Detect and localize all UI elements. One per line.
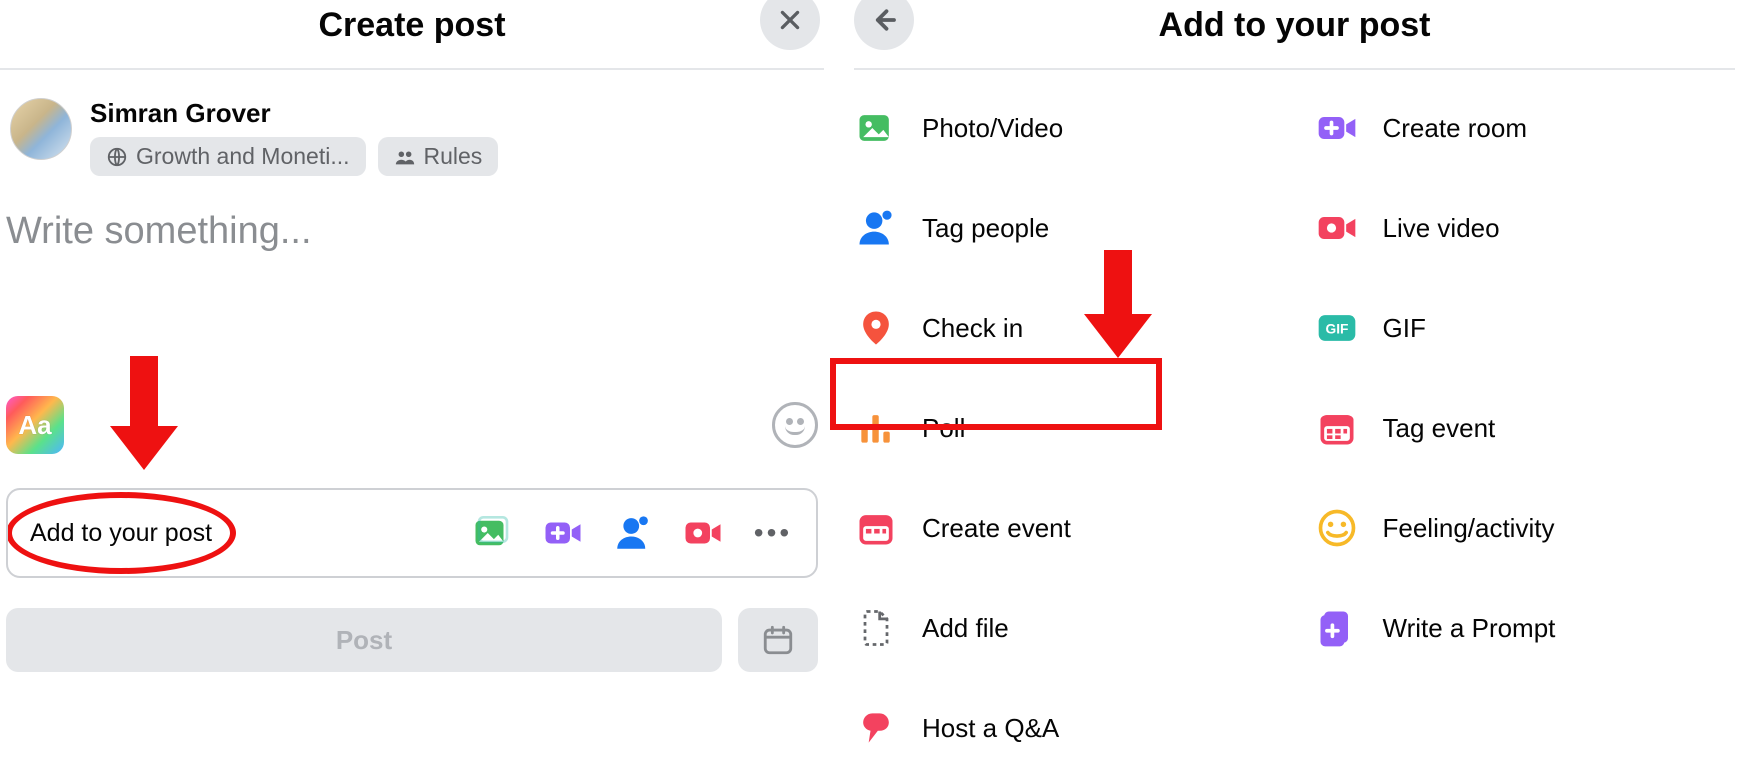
globe-icon: [106, 146, 128, 168]
tag-people-quick-icon[interactable]: [612, 516, 654, 550]
avatar[interactable]: [10, 98, 72, 160]
option-add-file-label: Add file: [922, 613, 1009, 644]
option-create-room[interactable]: Create room: [1315, 100, 1736, 156]
photo-video-quick-icon[interactable]: [472, 516, 514, 550]
option-write-prompt[interactable]: Write a Prompt: [1315, 600, 1736, 656]
group-icon: [394, 146, 416, 168]
rules-chip-label: Rules: [424, 143, 483, 170]
svg-text:GIF: GIF: [1325, 322, 1348, 337]
option-host-qa-label: Host a Q&A: [922, 713, 1059, 744]
option-host-qa[interactable]: Host a Q&A: [854, 700, 1275, 756]
option-feeling-activity-label: Feeling/activity: [1383, 513, 1555, 544]
create-event-icon: [854, 506, 898, 550]
option-add-file[interactable]: Add file: [854, 600, 1275, 656]
audience-chip[interactable]: Growth and Moneti...: [90, 137, 366, 176]
post-button-label: Post: [336, 625, 392, 656]
author-name: Simran Grover: [90, 98, 498, 129]
annotation-arrow-right: [1084, 250, 1152, 360]
option-tag-event[interactable]: Tag event: [1315, 400, 1736, 456]
add-to-post-icons: •••: [472, 516, 794, 550]
gif-icon: GIF: [1315, 306, 1359, 350]
annotation-arrow-left: [110, 356, 178, 476]
create-post-title: Create post: [0, 6, 824, 45]
audience-chip-label: Growth and Moneti...: [136, 143, 350, 170]
add-to-post-header: Add to your post: [854, 0, 1735, 70]
option-tag-event-label: Tag event: [1383, 413, 1496, 444]
check-in-icon: [854, 306, 898, 350]
add-to-post-card[interactable]: Add to your post •••: [6, 488, 818, 578]
rules-chip[interactable]: Rules: [378, 137, 499, 176]
option-photo-video-label: Photo/Video: [922, 113, 1063, 144]
feeling-activity-icon: [1315, 506, 1359, 550]
annotation-box-poll: [830, 358, 1162, 430]
post-button[interactable]: Post: [6, 608, 722, 672]
option-live-video[interactable]: Live video: [1315, 200, 1736, 256]
composer-input[interactable]: Write something...: [0, 192, 824, 253]
add-file-icon: [854, 606, 898, 650]
calendar-icon: [761, 623, 795, 657]
smile-icon: [785, 426, 805, 435]
option-tag-people-label: Tag people: [922, 213, 1049, 244]
background-picker-button[interactable]: Aa: [6, 396, 64, 454]
create-post-header: Create post: [0, 0, 824, 70]
live-video-icon: [1315, 206, 1359, 250]
create-room-icon: [1315, 106, 1359, 150]
tag-event-icon: [1315, 406, 1359, 450]
option-gif[interactable]: GIF GIF: [1315, 300, 1736, 356]
option-write-prompt-label: Write a Prompt: [1383, 613, 1556, 644]
option-check-in-label: Check in: [922, 313, 1023, 344]
author-row: Simran Grover Growth and Moneti... Rules: [0, 70, 824, 192]
live-video-quick-icon[interactable]: [682, 516, 724, 550]
option-photo-video[interactable]: Photo/Video: [854, 100, 1275, 156]
option-create-event-label: Create event: [922, 513, 1071, 544]
tag-people-icon: [854, 206, 898, 250]
add-to-post-label: Add to your post: [30, 519, 212, 548]
host-qa-icon: [854, 706, 898, 750]
schedule-button[interactable]: [738, 608, 818, 672]
option-check-in[interactable]: Check in: [854, 300, 1275, 356]
option-create-room-label: Create room: [1383, 113, 1528, 144]
option-create-event[interactable]: Create event: [854, 500, 1275, 556]
option-feeling-activity[interactable]: Feeling/activity: [1315, 500, 1736, 556]
option-gif-label: GIF: [1383, 313, 1426, 344]
create-room-quick-icon[interactable]: [542, 516, 584, 550]
emoji-button[interactable]: [772, 402, 818, 448]
photo-video-icon: [854, 106, 898, 150]
option-live-video-label: Live video: [1383, 213, 1500, 244]
more-options-button[interactable]: •••: [752, 516, 794, 550]
option-tag-people[interactable]: Tag people: [854, 200, 1275, 256]
write-prompt-icon: [1315, 606, 1359, 650]
add-to-post-panel: Add to your post Photo/Video Create room: [824, 0, 1755, 767]
create-post-panel: Create post Simran Grover Growth and Mon…: [0, 0, 824, 767]
add-to-post-title: Add to your post: [854, 6, 1735, 45]
close-icon: [777, 7, 803, 33]
background-picker-label: Aa: [18, 410, 51, 441]
